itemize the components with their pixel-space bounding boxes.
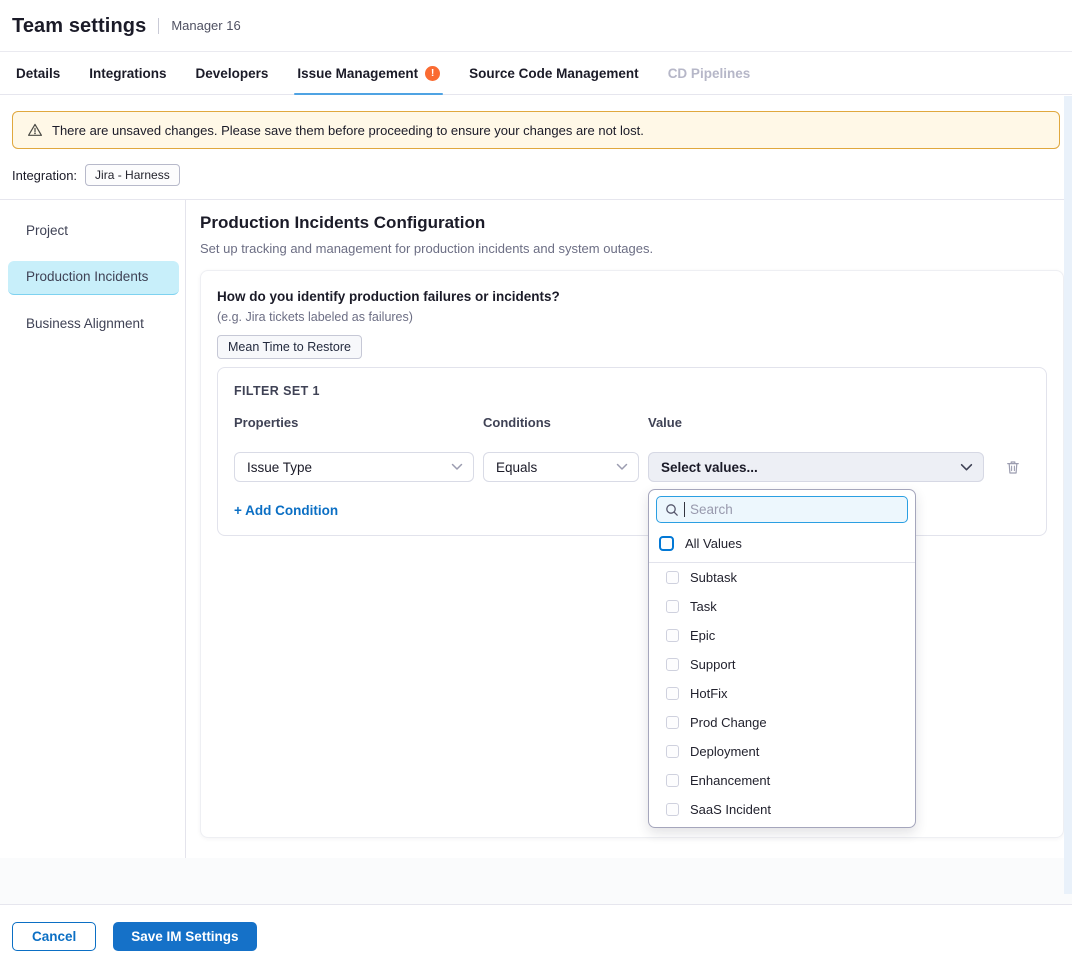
option-checkbox[interactable]: [666, 571, 679, 584]
option-checkbox[interactable]: [666, 600, 679, 613]
page-title: Team settings: [12, 15, 146, 38]
option-epic[interactable]: Epic: [656, 621, 908, 650]
tab-issue-management-label: Issue Management: [297, 66, 418, 81]
identify-failures-hint: (e.g. Jira tickets labeled as failures): [217, 310, 1047, 324]
values-multiselect[interactable]: Select values...: [648, 452, 984, 482]
option-label: Deployment: [690, 744, 759, 759]
option-label: Prod Change: [690, 715, 767, 730]
delete-condition-button[interactable]: [1005, 459, 1030, 476]
option-checkbox[interactable]: [666, 745, 679, 758]
conditions-column-label: Conditions: [483, 415, 639, 430]
page-header: Team settings Manager 16: [0, 0, 1072, 52]
warning-triangle-icon: [27, 122, 43, 138]
tab-details-label: Details: [16, 66, 60, 81]
option-label: Task: [690, 599, 717, 614]
sidebar-item-business-alignment[interactable]: Business Alignment: [8, 308, 179, 341]
option-deployment[interactable]: Deployment: [656, 737, 908, 766]
mean-time-to-restore-chip[interactable]: Mean Time to Restore: [217, 335, 362, 359]
sidebar-item-production-incidents-label: Production Incidents: [26, 269, 148, 284]
sidebar-item-business-alignment-label: Business Alignment: [26, 316, 144, 331]
integration-row: Integration: Jira - Harness: [0, 149, 1072, 199]
settings-sidebar: Project Production Incidents Business Al…: [0, 200, 186, 858]
option-checkbox[interactable]: [666, 658, 679, 671]
tab-cd-pipelines: CD Pipelines: [668, 52, 751, 94]
properties-select-value: Issue Type: [247, 460, 312, 475]
unsaved-changes-text: There are unsaved changes. Please save t…: [52, 123, 644, 138]
tab-developers[interactable]: Developers: [196, 52, 269, 94]
sidebar-item-project[interactable]: Project: [8, 215, 179, 248]
tab-integrations-label: Integrations: [89, 66, 166, 81]
settings-tabbar: Details Integrations Developers Issue Ma…: [0, 52, 1072, 95]
tab-cd-pipelines-label: CD Pipelines: [668, 66, 751, 81]
main-content: Production Incidents Configuration Set u…: [186, 200, 1072, 858]
save-im-settings-button[interactable]: Save IM Settings: [113, 922, 256, 951]
option-label: SaaS Incident: [690, 802, 771, 817]
conditions-select-value: Equals: [496, 460, 537, 475]
search-icon: [665, 503, 679, 517]
option-saas-incident[interactable]: SaaS Incident: [656, 795, 908, 824]
option-subtask[interactable]: Subtask: [656, 563, 908, 592]
cancel-button[interactable]: Cancel: [12, 922, 96, 951]
option-hotfix[interactable]: HotFix: [656, 679, 908, 708]
incidents-config-card: How do you identify production failures …: [200, 270, 1064, 838]
all-values-checkbox[interactable]: [659, 536, 674, 551]
identify-failures-question: How do you identify production failures …: [217, 289, 1047, 304]
option-enhancement[interactable]: Enhancement: [656, 766, 908, 795]
chevron-down-icon: [451, 463, 463, 471]
properties-select[interactable]: Issue Type: [234, 452, 474, 482]
values-dropdown-panel: All Values Subtask Task Epic Support Hot…: [648, 489, 916, 828]
option-prod-change[interactable]: Prod Change: [656, 708, 908, 737]
filter-column-labels: Properties Conditions Value: [234, 415, 1030, 430]
section-title: Production Incidents Configuration: [200, 213, 1064, 233]
integration-chip[interactable]: Jira - Harness: [85, 164, 180, 186]
all-values-label: All Values: [685, 536, 742, 551]
option-checkbox[interactable]: [666, 774, 679, 787]
option-customer-notification[interactable]: Customer Notification: [656, 824, 908, 828]
filter-set-1: FILTER SET 1 Properties Conditions Value…: [217, 367, 1047, 536]
tab-source-code-management[interactable]: Source Code Management: [469, 52, 639, 94]
option-label: Support: [690, 657, 736, 672]
option-task[interactable]: Task: [656, 592, 908, 621]
option-checkbox[interactable]: [666, 716, 679, 729]
tab-scm-label: Source Code Management: [469, 66, 639, 81]
option-checkbox[interactable]: [666, 687, 679, 700]
footer-actions: Cancel Save IM Settings: [0, 905, 1072, 951]
bottom-band: [0, 858, 1072, 904]
value-column-label: Value: [648, 415, 984, 430]
conditions-select[interactable]: Equals: [483, 452, 639, 482]
trash-icon: [1005, 459, 1021, 476]
sidebar-item-project-label: Project: [26, 223, 68, 238]
page-scrollbar[interactable]: [1064, 96, 1072, 894]
dropdown-search-box[interactable]: [656, 496, 908, 523]
tab-integrations[interactable]: Integrations: [89, 52, 166, 94]
settings-body: Project Production Incidents Business Al…: [0, 200, 1072, 858]
tab-issue-management[interactable]: Issue Management !: [297, 52, 440, 94]
option-label: Subtask: [690, 570, 737, 585]
sidebar-item-production-incidents[interactable]: Production Incidents: [8, 261, 179, 295]
add-condition-button[interactable]: + Add Condition: [234, 503, 338, 518]
section-subtitle: Set up tracking and management for produ…: [200, 241, 1064, 256]
dropdown-search-input[interactable]: [690, 502, 899, 517]
chevron-down-icon: [616, 463, 628, 471]
unsaved-changes-banner: There are unsaved changes. Please save t…: [12, 111, 1060, 149]
team-name-label: Manager 16: [158, 18, 240, 34]
tab-developers-label: Developers: [196, 66, 269, 81]
option-support[interactable]: Support: [656, 650, 908, 679]
values-multiselect-placeholder: Select values...: [661, 460, 758, 475]
chevron-down-icon: [960, 463, 973, 472]
text-caret: [684, 502, 685, 517]
option-label: HotFix: [690, 686, 728, 701]
filter-set-title: FILTER SET 1: [234, 383, 1030, 399]
unsaved-alert-badge-icon: !: [425, 66, 440, 81]
tab-details[interactable]: Details: [16, 52, 60, 94]
option-label: Enhancement: [690, 773, 770, 788]
filter-condition-row: Issue Type Equals Select values...: [234, 452, 1030, 482]
all-values-option[interactable]: All Values: [656, 530, 908, 556]
option-checkbox[interactable]: [666, 629, 679, 642]
value-cell: Select values...: [648, 452, 984, 482]
option-label: Epic: [690, 628, 715, 643]
option-checkbox[interactable]: [666, 803, 679, 816]
properties-column-label: Properties: [234, 415, 474, 430]
integration-label: Integration:: [12, 168, 77, 183]
